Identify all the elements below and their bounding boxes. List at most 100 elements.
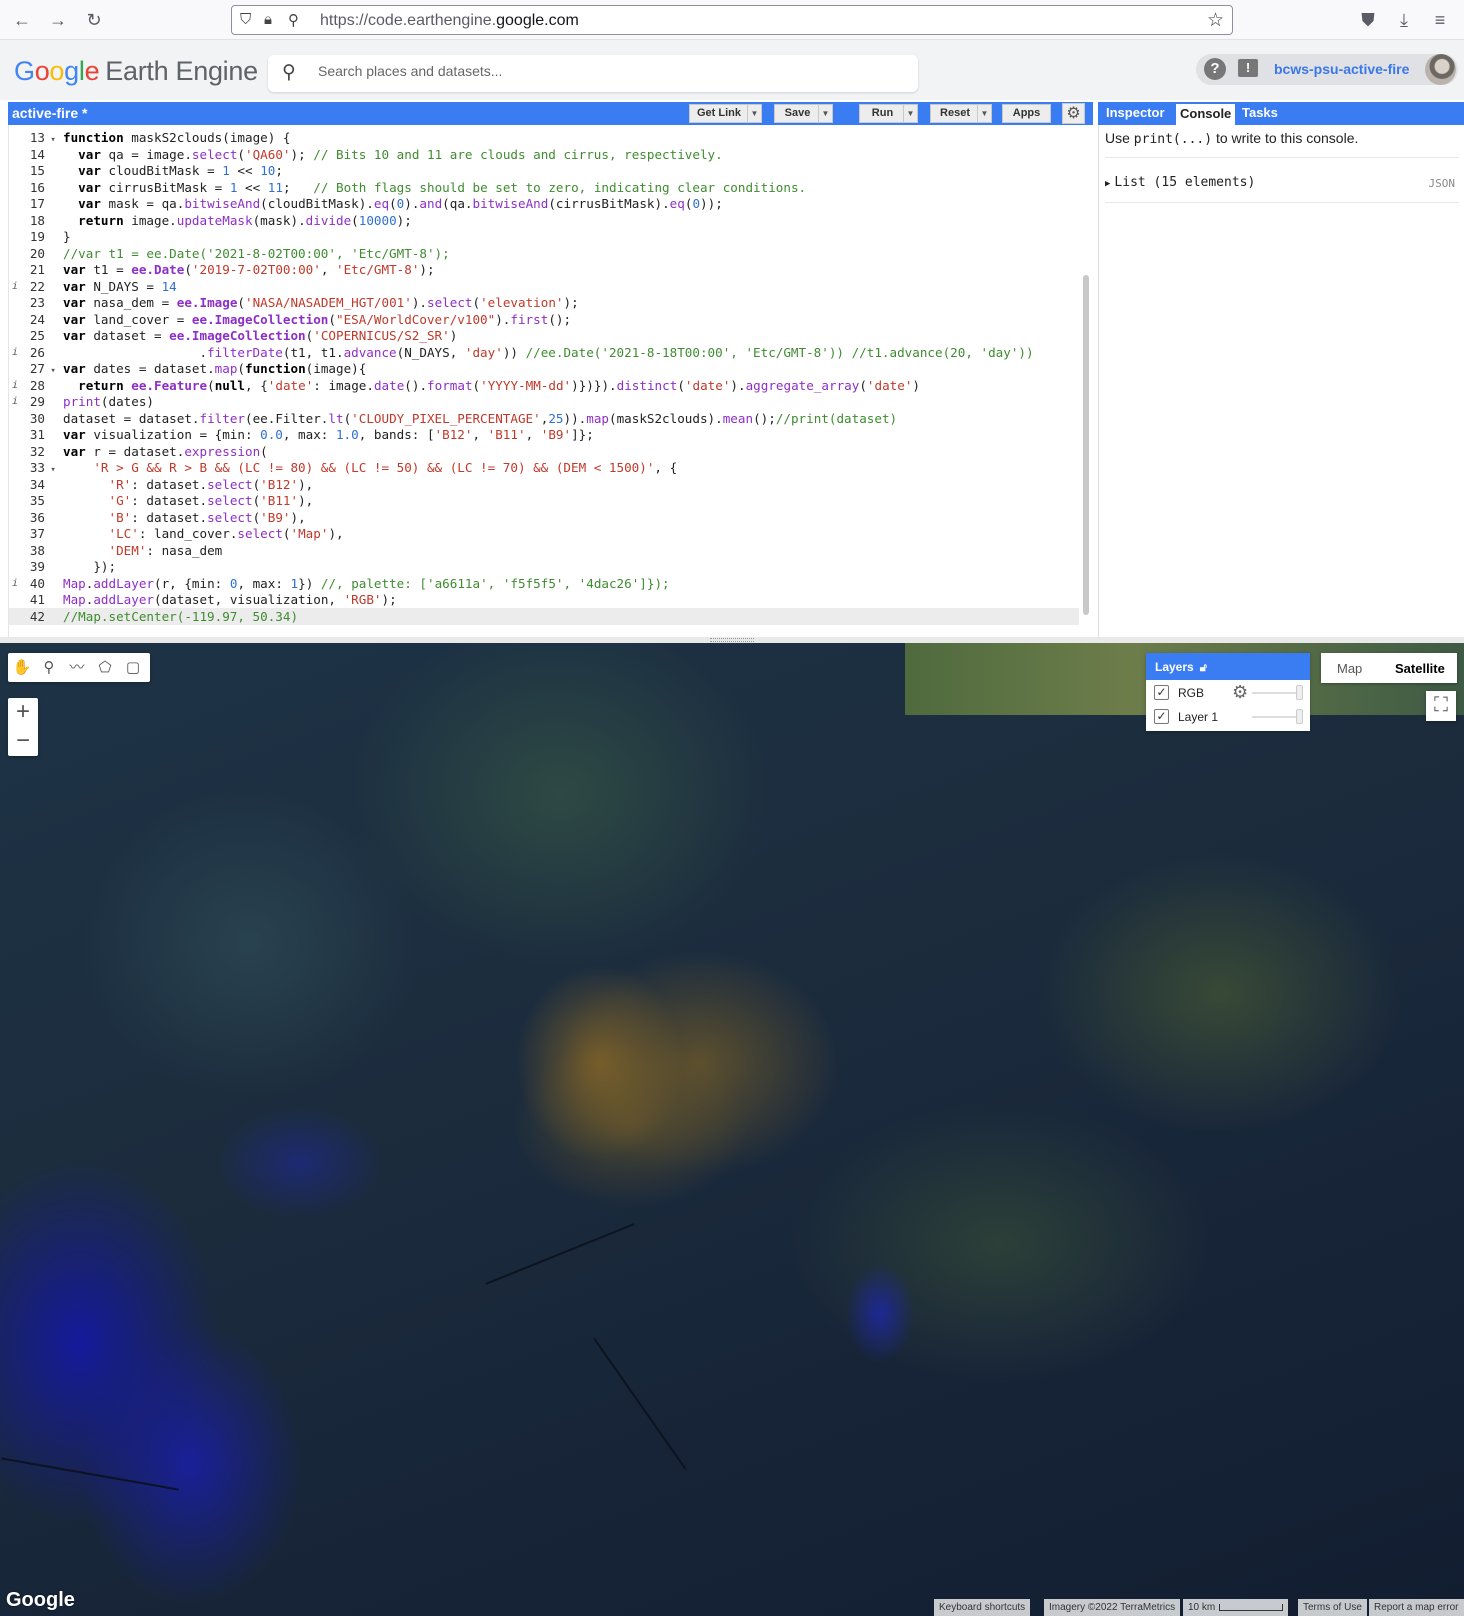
code-line[interactable]: i 29 print(dates)	[9, 393, 1079, 410]
code-text[interactable]: //Map.setCenter(-119.97, 50.34)	[63, 608, 298, 625]
url-bar[interactable]: ⛉ 🔒︎ ⚲ https://code.earthengine.google.c…	[231, 5, 1233, 35]
code-text[interactable]: var cloudBitMask = 1 << 10;	[63, 162, 283, 179]
chevron-down-icon[interactable]: ▼	[747, 105, 761, 122]
code-line[interactable]: 16 var cirrusBitMask = 1 << 11; // Both …	[9, 179, 1079, 196]
chevron-down-icon[interactable]: ▼	[977, 105, 991, 122]
code-text[interactable]: Map.addLayer(r, {min: 0, max: 1}) //, pa…	[63, 575, 670, 592]
code-text[interactable]: 'DEM': nasa_dem	[63, 542, 223, 559]
zoom-in-button[interactable]: +	[8, 698, 38, 727]
rectangle-icon[interactable]: ▢	[122, 657, 144, 679]
code-text[interactable]: var land_cover = ee.ImageCollection("ESA…	[63, 311, 571, 328]
info-icon[interactable]: i	[12, 575, 18, 592]
code-line[interactable]: 33 ▾ 'R > G && R > B && (LC != 80) && (L…	[9, 459, 1079, 476]
code-line[interactable]: 20 //var t1 = ee.Date('2021-8-02T00:00', …	[9, 245, 1079, 262]
shield-icon[interactable]: ⛉	[240, 11, 251, 28]
code-line[interactable]: i 26 .filterDate(t1, t1.advance(N_DAYS, '…	[9, 344, 1079, 361]
gear-icon[interactable]: ⚙	[1062, 103, 1085, 124]
code-line[interactable]: 17 var mask = qa.bitwiseAnd(cloudBitMask…	[9, 195, 1079, 212]
code-text[interactable]: var cirrusBitMask = 1 << 11; // Both fla…	[63, 179, 806, 196]
tab-console[interactable]: Console	[1176, 104, 1236, 125]
info-icon[interactable]: i	[12, 278, 18, 295]
code-text[interactable]: 'G': dataset.select('B11'),	[63, 492, 314, 509]
code-text[interactable]: 'R': dataset.select('B12'),	[63, 476, 314, 493]
code-line[interactable]: 24 var land_cover = ee.ImageCollection("E…	[9, 311, 1079, 328]
back-icon[interactable]: ←	[10, 8, 34, 32]
code-text[interactable]: }	[63, 228, 71, 245]
code-line[interactable]: 36 'B': dataset.select('B9'),	[9, 509, 1079, 526]
avatar[interactable]	[1425, 54, 1456, 85]
polygon-icon[interactable]: ⬠	[94, 657, 116, 679]
code-line[interactable]: 18 return image.updateMask(mask).divide(…	[9, 212, 1079, 229]
tab-tasks[interactable]: Tasks	[1242, 105, 1278, 120]
lock-icon[interactable]: 🔒︎	[264, 11, 272, 28]
line-icon[interactable]: 〰	[66, 657, 88, 679]
download-icon[interactable]: ⤓	[1392, 8, 1416, 32]
code-text[interactable]: function maskS2clouds(image) {	[63, 129, 290, 146]
code-line[interactable]: 27 ▾ var dates = dataset.map(function(ima…	[9, 360, 1079, 377]
code-text[interactable]: 'LC': land_cover.select('Map'),	[63, 525, 344, 542]
code-text[interactable]: //var t1 = ee.Date('2021-8-02T00:00', 'E…	[63, 245, 450, 262]
reset-button[interactable]: Reset ▼	[930, 104, 992, 123]
search-box[interactable]: ⚲	[268, 55, 918, 92]
code-text[interactable]: var dates = dataset.map(function(image){	[63, 360, 366, 377]
google-earth-engine-logo[interactable]: Google Earth Engine	[14, 56, 258, 87]
code-text[interactable]: return image.updateMask(mask).divide(100…	[63, 212, 412, 229]
code-text[interactable]: Map.addLayer(dataset, visualization, 'RG…	[63, 591, 397, 608]
layers-header[interactable]: Layers 🔓︎	[1146, 653, 1310, 680]
url-text[interactable]: https://code.earthengine.google.com	[320, 12, 579, 30]
code-line[interactable]: 21 var t1 = ee.Date('2019-7-02T00:00', 'E…	[9, 261, 1079, 278]
code-text[interactable]: });	[63, 558, 116, 575]
opacity-slider[interactable]	[1252, 716, 1302, 718]
code-editor[interactable]: 13 ▾ function maskS2clouds(image) {14 var…	[8, 125, 1093, 637]
code-line[interactable]: 34 'R': dataset.select('B12'),	[9, 476, 1079, 493]
code-line[interactable]: 25 var dataset = ee.ImageCollection('COPE…	[9, 327, 1079, 344]
lock-icon[interactable]: 🔓︎	[1200, 662, 1207, 674]
apps-button[interactable]: Apps	[1002, 104, 1051, 123]
tab-inspector[interactable]: Inspector	[1106, 105, 1165, 120]
layer-checkbox[interactable]: ✓	[1154, 709, 1169, 724]
splitter-grip-icon[interactable]	[710, 638, 754, 642]
code-line[interactable]: i 22 var N_DAYS = 14	[9, 278, 1079, 295]
slider-handle[interactable]	[1296, 685, 1303, 700]
layer-row-rgb[interactable]: ✓ RGB ⚙	[1146, 681, 1310, 705]
expand-triangle-icon[interactable]: ▶	[1105, 179, 1110, 189]
layer-row-layer-1[interactable]: ✓ Layer 1	[1146, 705, 1310, 729]
code-line[interactable]: 35 'G': dataset.select('B11'),	[9, 492, 1079, 509]
code-text[interactable]: .filterDate(t1, t1.advance(N_DAYS, 'day'…	[63, 344, 1033, 361]
code-text[interactable]: var dataset = ee.ImageCollection('COPERN…	[63, 327, 457, 344]
run-button[interactable]: Run ▼	[859, 104, 918, 123]
code-line[interactable]: i 28 return ee.Feature(null, {'date': ima…	[9, 377, 1079, 394]
chevron-down-icon[interactable]: ▼	[903, 105, 917, 122]
code-line[interactable]: 14 var qa = image.select('QA60'); // Bit…	[9, 146, 1079, 163]
script-title[interactable]: active-fire *	[12, 105, 87, 121]
code-text[interactable]: var t1 = ee.Date('2019-7-02T00:00', 'Etc…	[63, 261, 435, 278]
code-line[interactable]: 31 var visualization = {min: 0.0, max: 1.…	[9, 426, 1079, 443]
code-line[interactable]: 30 dataset = dataset.filter(ee.Filter.lt(…	[9, 410, 1079, 427]
search-input[interactable]	[318, 63, 898, 79]
save-button[interactable]: Save ▼	[774, 104, 833, 123]
info-icon[interactable]: i	[12, 344, 18, 361]
code-line[interactable]: 19}	[9, 228, 1079, 245]
code-text[interactable]: print(dates)	[63, 393, 154, 410]
pocket-icon[interactable]: ⛊	[1356, 8, 1380, 32]
code-text[interactable]: var N_DAYS = 14	[63, 278, 177, 295]
get-link-button[interactable]: Get Link ▼	[689, 104, 762, 123]
opacity-slider[interactable]	[1252, 692, 1302, 694]
map-type-map[interactable]: Map	[1337, 661, 1362, 676]
editor-scrollbar[interactable]	[1083, 275, 1089, 615]
help-icon[interactable]: ?	[1204, 58, 1226, 80]
fullscreen-icon[interactable]: ⛶	[1426, 691, 1456, 721]
code-text[interactable]: var visualization = {min: 0.0, max: 1.0,…	[63, 426, 594, 443]
forward-icon[interactable]: →	[46, 8, 70, 32]
gear-icon[interactable]: ⚙	[1232, 682, 1248, 703]
code-line[interactable]: 41 Map.addLayer(dataset, visualization, '…	[9, 591, 1079, 608]
terms-link[interactable]: Terms of Use	[1298, 1599, 1367, 1616]
code-line[interactable]: 32 var r = dataset.expression(	[9, 443, 1079, 460]
hand-icon[interactable]: ✋	[11, 657, 33, 679]
point-marker-icon[interactable]: ⚲	[38, 657, 60, 679]
report-error-link[interactable]: Report a map error	[1369, 1599, 1464, 1616]
keyboard-shortcuts-link[interactable]: Keyboard shortcuts	[934, 1599, 1031, 1616]
code-text[interactable]: dataset = dataset.filter(ee.Filter.lt('C…	[63, 410, 897, 427]
star-icon[interactable]: ☆	[1207, 9, 1224, 32]
map-type-satellite[interactable]: Satellite	[1395, 661, 1445, 676]
